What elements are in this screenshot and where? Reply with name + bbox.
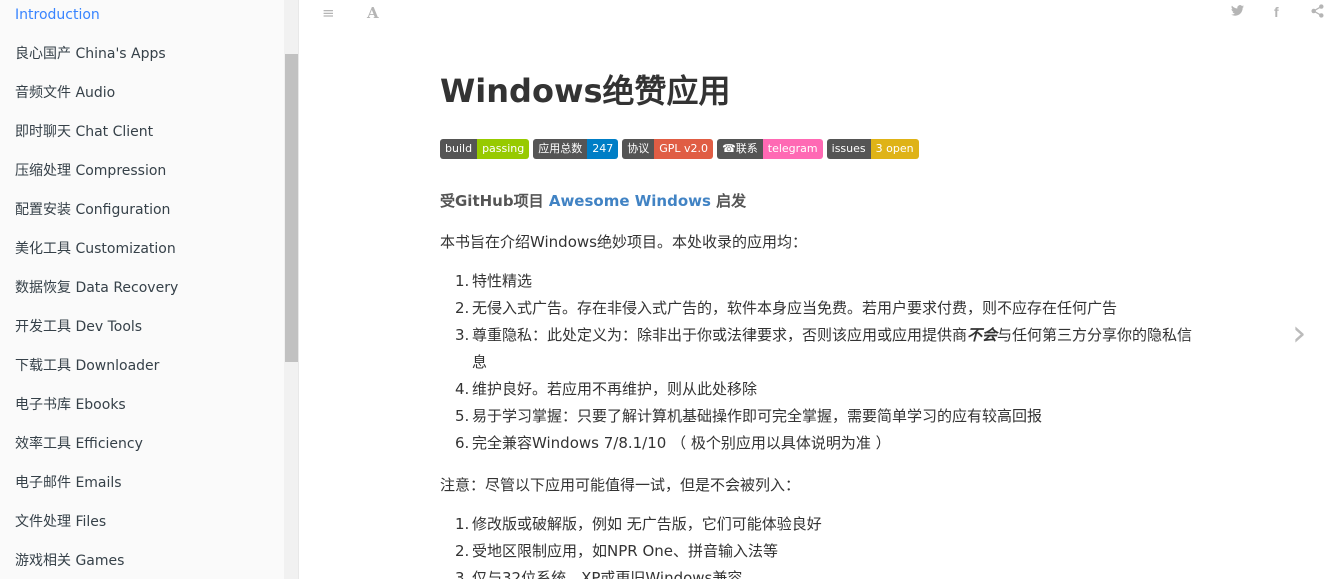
badge-label: 协议 bbox=[622, 139, 655, 159]
sidebar-item-efficiency[interactable]: 效率工具 Efficiency bbox=[0, 429, 284, 468]
share-icon[interactable] bbox=[1311, 4, 1324, 22]
list-item: 2. 无侵入式广告。存在非侵入式广告的，软件本身应当免费。若用户要求付费，则不应存… bbox=[455, 295, 1215, 322]
badge-value: telegram bbox=[762, 139, 823, 159]
criteria-list: 1. 特性精选 2. 无侵入式广告。存在非侵入式广告的，软件本身应当免费。若用户要求… bbox=[455, 268, 1215, 457]
exclusions-list: 1. 修改版或破解版，例如 无广告版，它们可能体验良好 2. 受地区限制应用，如NP… bbox=[455, 511, 1215, 579]
sidebar-item-configuration[interactable]: 配置安装 Configuration bbox=[0, 195, 284, 234]
sidebar-item-customization[interactable]: 美化工具 Customization bbox=[0, 234, 284, 273]
badge-value: 3 open bbox=[870, 139, 919, 159]
list-number: 1. bbox=[455, 272, 470, 290]
sidebar-item-downloader[interactable]: 下载工具 Downloader bbox=[0, 351, 284, 390]
badge-label: build bbox=[440, 139, 478, 159]
badge-issues[interactable]: issues 3 open bbox=[826, 139, 919, 159]
sidebar-list: Introduction 良心国产 China's Apps 音频文件 Audi… bbox=[0, 0, 284, 579]
list-text: 无侵入式广告。存在非侵入式广告的，软件本身应当免费。若用户要求付费，则不应存在任… bbox=[472, 299, 1118, 317]
sidebar-item-data-recovery[interactable]: 数据恢复 Data Recovery bbox=[0, 273, 284, 312]
sidebar-item-ebooks[interactable]: 电子书库 Ebooks bbox=[0, 390, 284, 429]
next-page-chevron-icon[interactable]: › bbox=[1292, 316, 1306, 352]
note-paragraph: 注意：尽管以下应用可能值得一试，但是不会被列入： bbox=[440, 476, 801, 494]
sidebar-item-chat-client[interactable]: 即时聊天 Chat Client bbox=[0, 117, 284, 156]
list-number: 5. bbox=[455, 407, 470, 425]
badge-app-count[interactable]: 应用总数 247 bbox=[533, 139, 619, 159]
emphasis-text: 不会 bbox=[967, 326, 998, 344]
badge-license[interactable]: 协议 GPL v2.0 bbox=[622, 139, 714, 159]
list-item: 1. 修改版或破解版，例如 无广告版，它们可能体验良好 bbox=[455, 511, 1215, 538]
badge-label: ☎联系 bbox=[717, 139, 763, 159]
facebook-share-icon[interactable]: f bbox=[1274, 4, 1279, 20]
list-item: 5. 易于学习掌握：只要了解计算机基础操作即可完全掌握，需要简单学习的应有较高回报 bbox=[455, 403, 1215, 430]
badge-value: 247 bbox=[587, 139, 619, 159]
inspiration-subtitle: 受GitHub项目 Awesome Windows 启发 bbox=[440, 190, 746, 211]
list-number: 3. bbox=[455, 569, 470, 579]
twitter-icon bbox=[1231, 5, 1244, 16]
list-number: 2. bbox=[455, 542, 470, 560]
intro-paragraph: 本书旨在介绍Windows绝妙项目。本处收录的应用均： bbox=[440, 233, 807, 251]
share-nodes-icon bbox=[1311, 4, 1324, 18]
sidebar-item-compression[interactable]: 压缩处理 Compression bbox=[0, 156, 284, 195]
sidebar-item-introduction[interactable]: Introduction bbox=[0, 0, 284, 39]
menu-toggle-icon[interactable]: ≡ bbox=[322, 5, 335, 21]
list-item: 2. 受地区限制应用，如NPR One、拼音输入法等 bbox=[455, 538, 1215, 565]
list-number: 2. bbox=[455, 299, 470, 317]
list-text: 受地区限制应用，如NPR One、拼音输入法等 bbox=[472, 542, 779, 560]
list-text: 特性精选 bbox=[472, 272, 533, 290]
list-number: 6. bbox=[455, 434, 470, 452]
list-item: 6. 完全兼容Windows 7/8.1/10 （ 极个别应用以具体说明为准 ） bbox=[455, 430, 1215, 457]
sidebar-item-games[interactable]: 游戏相关 Games bbox=[0, 546, 284, 579]
subtitle-suffix: 启发 bbox=[716, 192, 747, 210]
badge-contact[interactable]: ☎联系 telegram bbox=[717, 139, 823, 159]
page-title: Windows绝赞应用 bbox=[440, 72, 731, 110]
list-text: 仅与32位系统、XP或更旧Windows兼容 bbox=[472, 569, 743, 579]
list-text: 易于学习掌握：只要了解计算机基础操作即可完全掌握，需要简单学习的应有较高回报 bbox=[472, 407, 1043, 425]
sidebar-item-audio[interactable]: 音频文件 Audio bbox=[0, 78, 284, 117]
sidebar-item-emails[interactable]: 电子邮件 Emails bbox=[0, 468, 284, 507]
font-settings-icon[interactable]: A bbox=[367, 5, 379, 21]
sidebar-item-dev-tools[interactable]: 开发工具 Dev Tools bbox=[0, 312, 284, 351]
badge-row: build passing 应用总数 247 协议 GPL v2.0 ☎联系 t… bbox=[440, 139, 919, 159]
list-item: 3. 尊重隐私：此处定义为：除非出于你或法律要求，否则该应用或应用提供商不会与任何… bbox=[455, 322, 1215, 376]
awesome-windows-link[interactable]: Awesome Windows bbox=[549, 192, 711, 210]
twitter-share-icon[interactable] bbox=[1231, 5, 1244, 22]
sidebar-scrollbar-thumb[interactable] bbox=[285, 54, 298, 362]
subtitle-prefix: 受GitHub项目 bbox=[440, 192, 544, 210]
list-text: 修改版或破解版，例如 无广告版，它们可能体验良好 bbox=[472, 515, 822, 533]
sidebar-item-files[interactable]: 文件处理 Files bbox=[0, 507, 284, 546]
list-number: 3. bbox=[455, 326, 470, 344]
list-item: 1. 特性精选 bbox=[455, 268, 1215, 295]
badge-value: GPL v2.0 bbox=[654, 139, 714, 159]
list-item: 3. 仅与32位系统、XP或更旧Windows兼容 bbox=[455, 565, 1215, 579]
badge-build[interactable]: build passing bbox=[440, 139, 530, 159]
list-text-part: 尊重隐私：此处定义为：除非出于你或法律要求，否则该应用或应用提供商 bbox=[472, 326, 968, 344]
list-number: 4. bbox=[455, 380, 470, 398]
badge-label: 应用总数 bbox=[533, 139, 588, 159]
badge-value: passing bbox=[477, 139, 530, 159]
list-item: 4. 维护良好。若应用不再维护，则从此处移除 bbox=[455, 376, 1215, 403]
list-text: 尊重隐私：此处定义为：除非出于你或法律要求，否则该应用或应用提供商不会与任何第三… bbox=[472, 322, 1202, 376]
list-number: 1. bbox=[455, 515, 470, 533]
badge-label: issues bbox=[826, 139, 871, 159]
sidebar-item-chinas-apps[interactable]: 良心国产 China's Apps bbox=[0, 39, 284, 78]
sidebar: Introduction 良心国产 China's Apps 音频文件 Audi… bbox=[0, 0, 299, 579]
list-text: 完全兼容Windows 7/8.1/10 （ 极个别应用以具体说明为准 ） bbox=[472, 434, 891, 452]
list-text: 维护良好。若应用不再维护，则从此处移除 bbox=[472, 380, 758, 398]
